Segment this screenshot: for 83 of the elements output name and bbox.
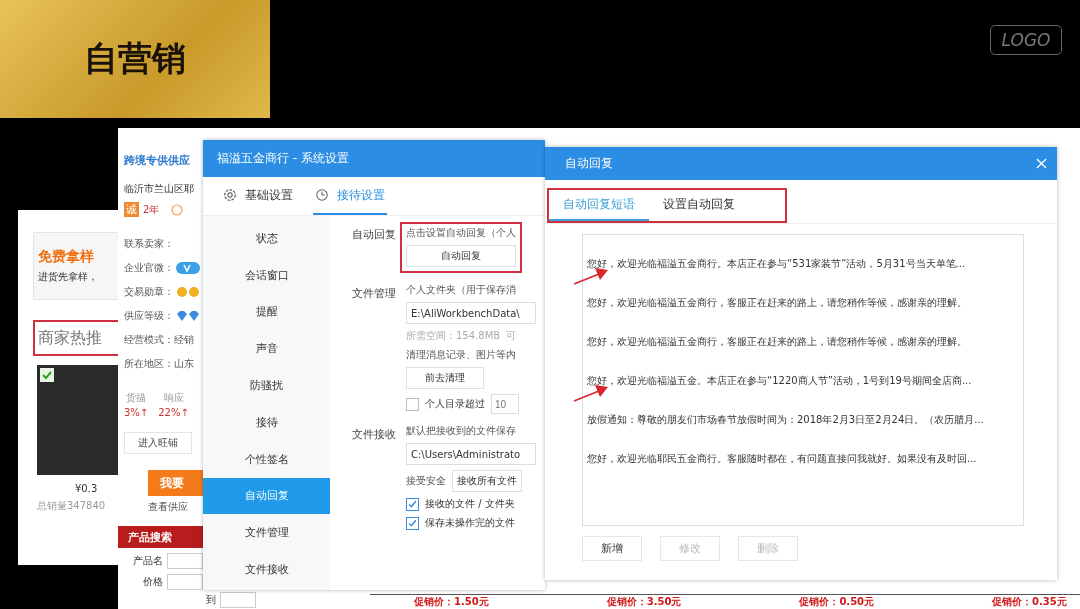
field-label: 产品名	[133, 554, 163, 568]
dialog-tab[interactable]: 设置自动回复	[649, 190, 749, 221]
field-label: 价格	[143, 575, 163, 589]
reply-phrase[interactable]: 您好，欢迎光临福溢五金。本店正在参与“1220商人节”活动，1号到19号期间全店商...	[587, 373, 972, 388]
rating-value: 22%↑	[158, 407, 189, 418]
gear-icon	[223, 188, 237, 202]
checkbox-label: 个人目录超过	[425, 397, 485, 411]
security-label: 接受安全	[406, 474, 446, 488]
sidebar-item[interactable]: 文件管理	[203, 514, 330, 552]
hint-text: 点击设置自动回复（个人	[406, 226, 516, 240]
info-label: 联系卖家：	[124, 237, 174, 251]
product-sales: 总销量347840	[37, 499, 106, 513]
hint-text: 默认把接收到的文件保存	[406, 424, 516, 438]
settings-tab[interactable]: 基础设置	[221, 177, 295, 215]
integrity-badge: 诚	[124, 202, 139, 217]
shield-icon	[171, 203, 184, 216]
info-label: 经营模式：经销	[124, 333, 194, 347]
banner-title: 免费拿样	[38, 248, 95, 266]
search-header: 产品搜索	[118, 526, 203, 548]
info-label: 企业官微：	[124, 261, 174, 275]
sidebar-item[interactable]: 个性签名	[203, 440, 330, 478]
product-price: ¥0.3	[75, 483, 98, 494]
product-name-field[interactable]	[167, 553, 203, 569]
sidebar-item[interactable]: 防骚扰	[203, 367, 330, 404]
section-label: 自动回复	[352, 227, 396, 243]
sidebar-item[interactable]: 会话窗口	[203, 256, 330, 294]
checkbox-label: 接收的文件 / 文件夹	[425, 497, 515, 511]
member-years: 2年	[143, 202, 160, 217]
auto-reply-button[interactable]: 自动回复	[406, 245, 516, 267]
promo-price: 促销价：1.50元	[414, 595, 489, 609]
dialog-button[interactable]: 新增	[582, 536, 642, 561]
medal-icon	[176, 286, 200, 298]
reply-phrase[interactable]: 放假通知：尊敬的朋友们市场春节放假时间为：2018年2月3日至2月24日。（农历腊月...	[587, 412, 984, 427]
section-label: 文件管理	[352, 286, 396, 302]
reply-phrase[interactable]: 您好，欢迎光临耶民五金商行。客服随时都在，有问题直接问我就好。如果没有及时回...	[587, 451, 977, 466]
sidebar-item[interactable]: 声音	[203, 330, 330, 368]
info-label: 所在地区：山东	[124, 357, 194, 371]
reply-phrase[interactable]: 您好，欢迎光临福溢五金商行，客服正在赶来的路上，请您稍作等候，感谢亲的理解。	[587, 295, 967, 310]
reply-phrase[interactable]: 您好，欢迎光临福溢五金商行，客服正在赶来的路上，请您稍作等候，感谢亲的理解。	[587, 334, 967, 349]
window-title: 福溢五金商行 - 系统设置	[217, 150, 349, 167]
diamond-icon	[176, 310, 200, 322]
space-text: 可	[506, 329, 517, 343]
supplier-link[interactable]: 查看供应	[148, 500, 188, 514]
dialog-title: 自动回复	[565, 155, 613, 172]
price-min-field[interactable]	[167, 574, 203, 590]
section-label: 文件接收	[352, 427, 396, 443]
close-icon[interactable]	[1036, 158, 1047, 169]
info-label: 交易勋章：	[124, 285, 174, 299]
rating-label: 响应	[163, 391, 184, 405]
checkbox[interactable]	[406, 497, 419, 511]
verified-badge-icon	[176, 262, 200, 274]
reply-phrase[interactable]: 您好，欢迎光临福溢五金商行。本店正在参与“531家装节”活动，5月31号当天单笔...	[587, 256, 966, 271]
promo-price: 促销价：0.50元	[799, 595, 875, 609]
sidebar-item[interactable]: 提醒	[203, 293, 330, 331]
settings-tab[interactable]: 接待设置	[313, 177, 387, 215]
sidebar-item[interactable]: 状态	[203, 220, 330, 257]
clock-icon	[315, 188, 329, 202]
checkbox[interactable]	[406, 516, 419, 530]
slide-title: 自营销	[84, 37, 186, 80]
price-max-field[interactable]	[220, 591, 256, 608]
hint-text: 清理消息记录、图片等内	[406, 348, 516, 362]
clean-button[interactable]: 前去清理	[406, 367, 484, 389]
logo-text: LOGO	[1001, 30, 1051, 50]
size-field[interactable]: 10	[491, 394, 519, 414]
checkbox-label: 保存未操作完的文件	[425, 516, 515, 530]
rating-label: 货描	[126, 391, 147, 405]
promo-price: 促销价：3.50元	[606, 595, 682, 609]
sidebar-item[interactable]: 文件接收	[203, 551, 330, 588]
rating-value: 3%↑	[124, 407, 149, 418]
store-name[interactable]: 跨境专供供应	[124, 153, 190, 168]
enter-shop-button[interactable]: 进入旺铺	[124, 432, 192, 454]
folder-path-field[interactable]: E:\AliWorkbenchData\	[406, 302, 536, 324]
space-text: 所需空间：154.8MB	[406, 329, 501, 343]
hint-text: 个人文件夹（用于保存消	[406, 283, 516, 297]
promo-price: 促销价：0.35元	[992, 595, 1067, 609]
store-address: 临沂市兰山区耶	[124, 182, 194, 196]
folder-path-field[interactable]: C:\Users\Administrato	[406, 443, 536, 465]
banner-text: 进货先拿样，	[38, 270, 99, 284]
checkbox[interactable]	[406, 397, 419, 411]
info-label: 供应等级：	[124, 309, 174, 323]
security-dropdown[interactable]: 接收所有文件	[452, 470, 522, 492]
sidebar-item[interactable]: 接待	[203, 404, 330, 441]
range-separator: 到	[206, 592, 216, 607]
